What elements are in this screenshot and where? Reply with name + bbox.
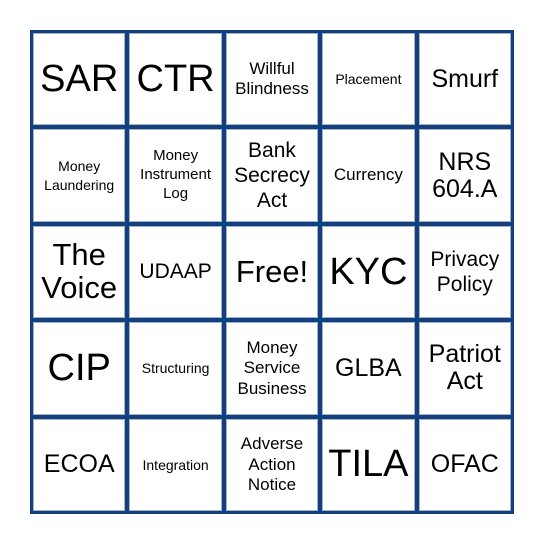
cell-label: Privacy Policy (430, 247, 500, 296)
bingo-cell-privacy-policy[interactable]: Privacy Policy (418, 225, 511, 319)
bingo-cell-cip[interactable]: CIP (33, 322, 126, 415)
cell-label: Money Instrument Log (140, 147, 212, 202)
bingo-cell-placement[interactable]: Placement (322, 33, 415, 126)
cell-label: UDAAP (139, 260, 212, 284)
cell-label: Money Laundering (44, 158, 115, 193)
cell-label: ECOA (43, 450, 115, 479)
cell-label: Structuring (141, 360, 210, 377)
bingo-cell-smurf[interactable]: Smurf (418, 33, 511, 126)
cell-label: Bank Secrecy Act (234, 138, 310, 213)
cell-label: TILA (328, 443, 409, 486)
bingo-cell-integration[interactable]: Integration (129, 418, 222, 511)
bingo-cell-kyc[interactable]: KYC (322, 225, 415, 319)
cell-label: KYC (329, 250, 408, 293)
bingo-cell-money-service-business[interactable]: Money Service Business (225, 322, 319, 415)
cell-label: Free! (235, 253, 309, 289)
bingo-cell-money-instrument-log[interactable]: Money Instrument Log (129, 129, 222, 222)
cell-label: Currency (333, 165, 403, 185)
cell-label: NRS 604.A (432, 147, 498, 203)
bingo-cell-adverse-action-notice[interactable]: Adverse Action Notice (225, 418, 319, 511)
bingo-cell-money-laundering[interactable]: Money Laundering (33, 129, 126, 222)
bingo-cell-free-space[interactable]: Free! (225, 225, 319, 319)
cell-label: Money Service Business (237, 337, 307, 398)
bingo-cell-patriot-act[interactable]: Patriot Act (418, 322, 511, 415)
cell-label: CTR (136, 57, 215, 100)
cell-label: The Voice (41, 237, 118, 305)
cell-label: Placement (335, 71, 402, 88)
bingo-cell-the-voice[interactable]: The Voice (33, 225, 126, 319)
cell-label: CIP (47, 347, 111, 390)
cell-label: Patriot Act (428, 340, 501, 396)
bingo-cell-willful-blindness[interactable]: Willful Blindness (225, 33, 319, 126)
cell-label: SAR (40, 57, 119, 100)
cell-label: Adverse Action Notice (240, 434, 304, 494)
bingo-cell-glba[interactable]: GLBA (322, 322, 415, 415)
cell-label: GLBA (335, 353, 402, 382)
cell-label: Smurf (431, 64, 499, 93)
bingo-cell-currency[interactable]: Currency (322, 129, 415, 222)
bingo-cell-udaap[interactable]: UDAAP (129, 225, 222, 319)
bingo-cell-tila[interactable]: TILA (322, 418, 415, 511)
bingo-cell-ctr[interactable]: CTR (129, 33, 222, 126)
bingo-cell-structuring[interactable]: Structuring (129, 322, 222, 415)
bingo-card: SAR CTR Willful Blindness Placement Smur… (30, 30, 514, 514)
bingo-cell-nrs-604a[interactable]: NRS 604.A (418, 129, 511, 222)
bingo-cell-ecoa[interactable]: ECOA (33, 418, 126, 511)
cell-label: Willful Blindness (235, 58, 309, 99)
cell-label: Integration (142, 456, 209, 473)
bingo-cell-sar[interactable]: SAR (33, 33, 126, 126)
bingo-cell-ofac[interactable]: OFAC (418, 418, 511, 511)
cell-label: OFAC (430, 450, 499, 479)
bingo-cell-bank-secrecy-act[interactable]: Bank Secrecy Act (225, 129, 319, 222)
